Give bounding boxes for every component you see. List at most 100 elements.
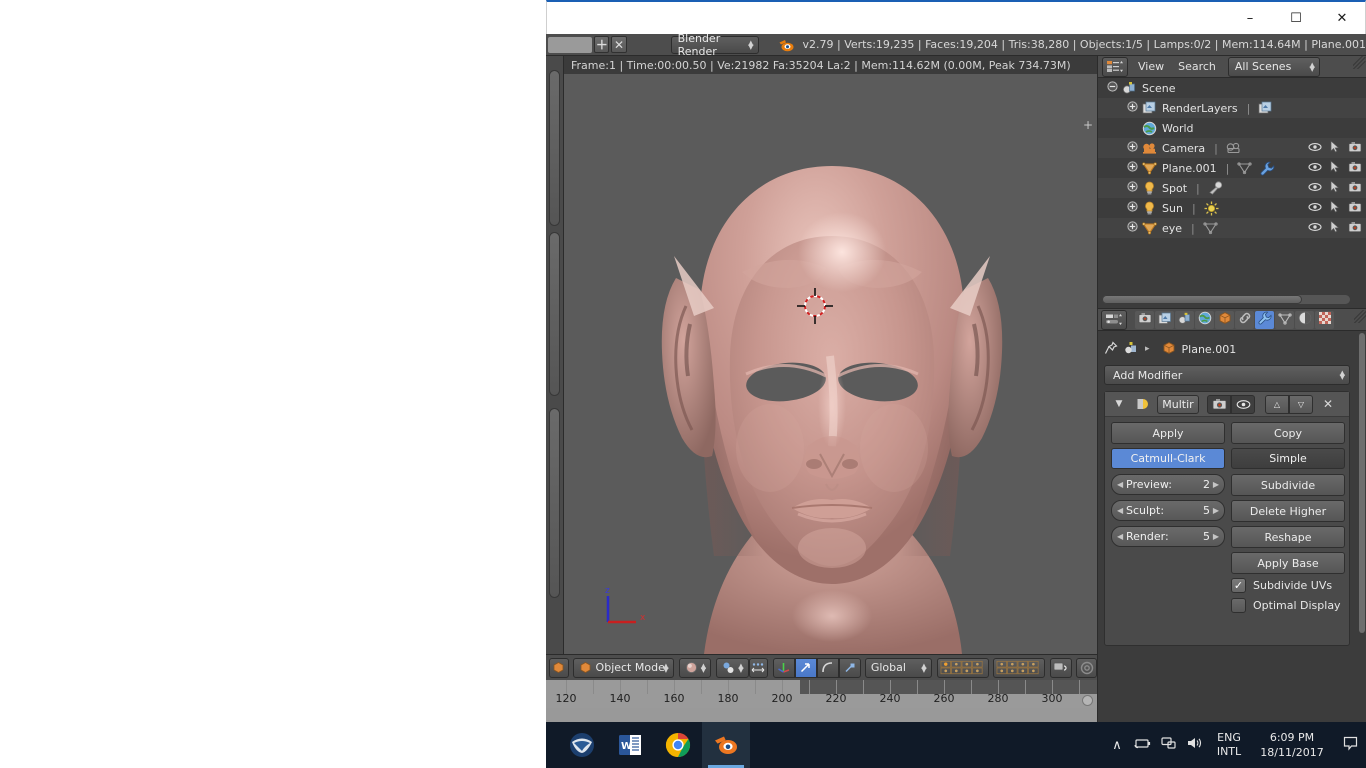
- cursor-arrow-icon[interactable]: [1325, 220, 1345, 236]
- tool-shelf-stub[interactable]: [546, 56, 564, 654]
- scene-tab[interactable]: [1175, 310, 1194, 329]
- window-minimize-button[interactable]: –: [1227, 2, 1273, 34]
- sculpt-levels-field[interactable]: ◀ Sculpt: 5 ▶: [1111, 500, 1225, 521]
- interaction-mode-dropdown[interactable]: Object Mode ▲ ▼: [572, 657, 674, 678]
- move-down-icon[interactable]: ▽: [1289, 394, 1313, 414]
- area-grip[interactable]: [1353, 56, 1366, 69]
- mesh-data-icon[interactable]: [1237, 161, 1253, 175]
- constraints-tab[interactable]: [1235, 310, 1254, 329]
- chevron-right-icon[interactable]: ▶: [1213, 480, 1219, 489]
- viewport-shading-dropdown[interactable]: ▲ ▼: [678, 657, 712, 678]
- camera-render-icon[interactable]: [1345, 181, 1365, 196]
- apply-button[interactable]: Apply: [1111, 422, 1225, 444]
- render-camera-icon[interactable]: [1207, 394, 1231, 414]
- camera-data-icon[interactable]: [1226, 141, 1242, 155]
- outliner-row-camera[interactable]: Camera |: [1098, 138, 1366, 158]
- eye-icon[interactable]: [1305, 202, 1325, 215]
- cursor-arrow-icon[interactable]: [1325, 180, 1345, 196]
- data-tab[interactable]: [1275, 310, 1294, 329]
- outliner-row-spot[interactable]: Spot |: [1098, 178, 1366, 198]
- timeline-editor[interactable]: 120 140 160 180 200 220 240 260 280 300: [546, 680, 1097, 722]
- render-tab[interactable]: [1135, 310, 1154, 329]
- expand-toggle-icon[interactable]: [1124, 101, 1140, 115]
- expand-toggle-icon[interactable]: [1124, 161, 1140, 175]
- area-grip[interactable]: [1354, 310, 1366, 323]
- tool-panel-scroll-1[interactable]: [549, 70, 560, 226]
- outliner-menu-view[interactable]: View: [1138, 60, 1164, 73]
- display-mode-dropdown[interactable]: All Scenes ▲ ▼: [1227, 56, 1320, 77]
- pin-icon[interactable]: [1104, 340, 1118, 358]
- camera-render-icon[interactable]: [1345, 221, 1365, 236]
- eye-icon[interactable]: [1305, 162, 1325, 175]
- object-data-icon[interactable]: [1124, 341, 1139, 358]
- scale-manipulator-icon[interactable]: [838, 657, 861, 678]
- viewport-panel-toggle[interactable]: +: [1083, 118, 1093, 132]
- chevron-left-icon[interactable]: ◀: [1117, 532, 1123, 541]
- pivot-point-dropdown[interactable]: ▲ ▼: [716, 657, 749, 678]
- collapse-triangle-icon[interactable]: ▼: [1109, 399, 1129, 409]
- expand-toggle-icon[interactable]: [1124, 141, 1140, 155]
- outliner-editor-icon[interactable]: [1102, 56, 1128, 77]
- window-close-button[interactable]: ✕: [1319, 2, 1365, 34]
- timeline-scroll-handle[interactable]: [1082, 695, 1093, 706]
- optimal-display-checkbox[interactable]: [1231, 598, 1246, 613]
- taskbar-word-icon[interactable]: W: [606, 722, 654, 768]
- expand-toggle-icon[interactable]: [1124, 201, 1140, 215]
- catmull-clark-button[interactable]: Catmull-Clark: [1111, 448, 1225, 469]
- sun-lamp-icon[interactable]: [1204, 201, 1219, 216]
- modifiers-tab[interactable]: [1255, 310, 1274, 329]
- wrench-icon[interactable]: [1260, 161, 1275, 176]
- render-layers-tab[interactable]: [1155, 310, 1174, 329]
- remove-scene-button[interactable]: ✕: [611, 36, 627, 53]
- outliner-horizontal-scrollbar[interactable]: [1102, 295, 1350, 304]
- outliner-row-sun[interactable]: Sun |: [1098, 198, 1366, 218]
- outliner-row-eye[interactable]: eye |: [1098, 218, 1366, 238]
- properties-vertical-scrollbar[interactable]: [1359, 333, 1365, 718]
- optimal-display-row[interactable]: Optimal Display: [1231, 598, 1345, 613]
- render-preview-icon[interactable]: [1076, 657, 1097, 678]
- mesh-data-icon[interactable]: [1203, 221, 1218, 235]
- render-levels-field[interactable]: ◀ Render: 5 ▶: [1111, 526, 1225, 547]
- delete-modifier-icon[interactable]: ✕: [1323, 397, 1333, 411]
- taskbar-thunderbird-icon[interactable]: [558, 722, 606, 768]
- language-indicator[interactable]: ENG INTL: [1208, 731, 1250, 759]
- outliner-menu-search[interactable]: Search: [1178, 60, 1216, 73]
- editor-type-icon[interactable]: [549, 657, 569, 678]
- add-modifier-dropdown[interactable]: Add Modifier ▲ ▼: [1104, 365, 1350, 385]
- subdivide-uvs-checkbox[interactable]: ✓: [1231, 578, 1246, 593]
- outliner-row-scene[interactable]: Scene: [1098, 78, 1366, 98]
- chevron-right-icon[interactable]: ▶: [1213, 532, 1219, 541]
- notification-icon[interactable]: [1334, 736, 1366, 755]
- reshape-button[interactable]: Reshape: [1231, 526, 1345, 548]
- delete-higher-button[interactable]: Delete Higher: [1231, 500, 1345, 522]
- render-engine-dropdown[interactable]: Blender Render ▲ ▼: [670, 34, 759, 58]
- scrollbar-thumb[interactable]: [1359, 333, 1365, 633]
- eye-icon[interactable]: [1305, 182, 1325, 195]
- cursor-arrow-icon[interactable]: [1325, 200, 1345, 216]
- camera-render-icon[interactable]: [1345, 141, 1365, 156]
- translate-manipulator-icon[interactable]: [794, 657, 817, 678]
- network-icon[interactable]: [1156, 736, 1182, 754]
- object-tab[interactable]: [1215, 310, 1234, 329]
- chevron-right-icon[interactable]: ▶: [1213, 506, 1219, 515]
- scene-layers-grid[interactable]: [936, 657, 989, 678]
- outliner-row-world[interactable]: World: [1098, 118, 1366, 138]
- eye-icon[interactable]: [1305, 142, 1325, 155]
- subdivide-button[interactable]: Subdivide: [1231, 474, 1345, 496]
- apply-base-button[interactable]: Apply Base: [1231, 552, 1345, 574]
- expand-toggle-icon[interactable]: [1124, 221, 1140, 235]
- outliner-row-renderlayers[interactable]: RenderLayers |: [1098, 98, 1366, 118]
- window-maximize-button[interactable]: ☐: [1273, 2, 1319, 34]
- manipulator-toggle-icon[interactable]: [772, 657, 795, 678]
- info-editor-menus[interactable]: [548, 36, 593, 53]
- world-tab[interactable]: [1195, 310, 1214, 329]
- texture-tab[interactable]: [1315, 310, 1334, 329]
- cursor-arrow-icon[interactable]: [1325, 160, 1345, 176]
- renderlayer-copy-icon[interactable]: [1258, 101, 1273, 115]
- add-scene-button[interactable]: ＋: [594, 36, 610, 53]
- spot-lamp-icon[interactable]: [1208, 181, 1223, 195]
- timeline-ruler[interactable]: 120 140 160 180 200 220 240 260 280 300: [546, 680, 1097, 708]
- 3d-viewport[interactable]: Frame:1 | Time:00:00.50 | Ve:21982 Fa:35…: [564, 56, 1097, 654]
- taskbar-blender-icon[interactable]: [702, 722, 750, 768]
- volume-icon[interactable]: [1182, 736, 1208, 754]
